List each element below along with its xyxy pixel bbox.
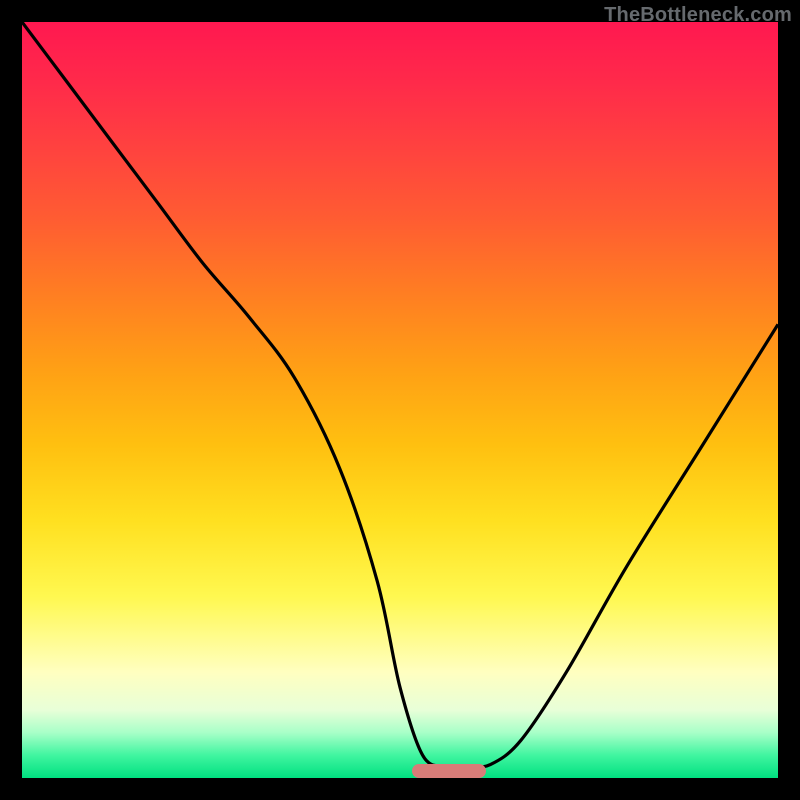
chart-frame xyxy=(22,22,778,778)
chart-background-gradient xyxy=(22,22,778,778)
optimal-range-marker xyxy=(412,764,486,778)
